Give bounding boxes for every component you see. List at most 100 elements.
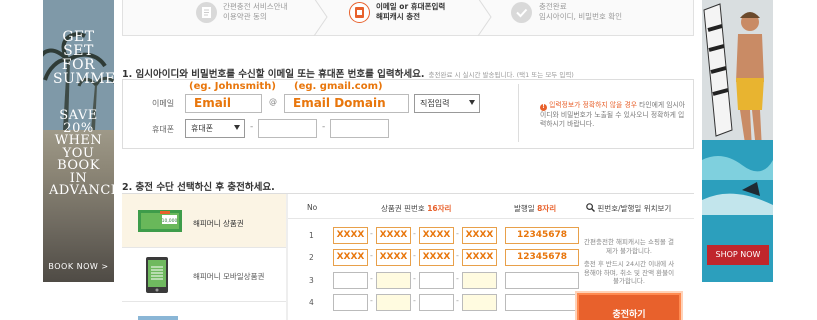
pin-input[interactable] — [376, 294, 411, 311]
step-indicator: 간편충전 서비스안내 이용약관 동의 이메일 or 휴대폰입력 해피캐시 충전 … — [122, 0, 694, 36]
col-pin-em: 16자리 — [427, 204, 452, 213]
dash: - — [413, 229, 416, 238]
pin-input[interactable] — [376, 272, 411, 289]
row-number: 4 — [309, 298, 314, 307]
charge-icon — [349, 2, 370, 23]
dash: - — [456, 274, 459, 283]
phone-prefix-select[interactable]: 휴대폰 — [185, 119, 245, 138]
pin-input[interactable] — [462, 272, 497, 289]
divider — [518, 84, 519, 142]
charge-button[interactable]: 충전하기 — [575, 291, 683, 320]
charge-notice: 간편충전한 해피캐시는 쇼핑몰 결제가 불가합니다. 충전 후 반드시 24시간… — [583, 238, 675, 286]
shop-now-button[interactable]: SHOP NOW — [707, 245, 769, 265]
at-sign: @ — [269, 97, 277, 106]
pin-input[interactable]: XXXX — [376, 249, 411, 266]
dash: - — [370, 251, 373, 260]
step-3: 충전완료 임시아이디, 비밀번호 확인 — [509, 0, 659, 36]
pin-input[interactable] — [333, 294, 368, 311]
pin-input[interactable]: XXXX — [462, 227, 497, 244]
step-2-label: 이메일 or 휴대폰입력 해피캐시 충전 — [376, 2, 446, 21]
dash: - — [456, 296, 459, 305]
phone-select-value: 휴대폰 — [191, 124, 214, 133]
pin-input[interactable] — [333, 272, 368, 289]
domain-select-value: 직접입력 — [420, 99, 450, 108]
card-icon — [138, 316, 178, 320]
ad-offer: SAVE 20% WHEN YOU BOOK IN ADVANCE — [49, 108, 114, 198]
mobile-phone-icon — [146, 257, 168, 293]
section-1-title: 1. 임시아이디와 비밀번호를 수신할 이메일 또는 휴대폰 번호를 입력하세요… — [122, 66, 574, 80]
domain-hint: (eg. gmail.com) — [294, 81, 383, 92]
pin-input[interactable]: XXXX — [462, 249, 497, 266]
document-icon — [196, 2, 217, 23]
method-label: 해피머니 상품권 — [193, 219, 244, 228]
charge-notice-2: 충전 후 반드시 24시간 이내에 사용해야 하며, 취소 및 잔액 환불이 불… — [583, 260, 675, 285]
dash: - — [413, 296, 416, 305]
dash: - — [322, 122, 326, 132]
email-domain-input[interactable]: Email Domain — [284, 94, 409, 113]
email-hint: (eg. Johnsmith) — [189, 81, 276, 92]
pin-input[interactable]: XXXX — [376, 227, 411, 244]
pin-input[interactable] — [462, 294, 497, 311]
method-label: 해피머니 모바일상품권 — [193, 272, 265, 281]
pin-input[interactable]: XXXX — [333, 249, 368, 266]
chevron-down-icon — [234, 125, 240, 130]
ad-headline: GET SET FOR SUMMER — [53, 29, 114, 87]
chevron-down-icon — [469, 100, 475, 105]
pin-input[interactable]: XXXX — [333, 227, 368, 244]
warning-icon: ! — [540, 104, 547, 111]
step-1: 간편충전 서비스안내 이용약관 동의 — [193, 0, 323, 36]
notice-emphasis: 입력정보가 정확하지 않을 경우 — [549, 101, 637, 109]
phone-middle-input[interactable] — [258, 119, 317, 138]
dash: - — [370, 229, 373, 238]
section-2-title: 2. 충전 수단 선택하신 후 충전하세요. — [122, 182, 275, 193]
email-label: 이메일 — [152, 99, 175, 108]
dash: - — [413, 251, 416, 260]
row-number: 1 — [309, 231, 314, 240]
check-icon — [511, 2, 532, 23]
voucher-card-icon: 10,000 — [138, 210, 182, 232]
issue-date-input[interactable] — [505, 272, 579, 289]
issue-date-input[interactable] — [505, 294, 579, 311]
divider — [288, 218, 694, 219]
pin-location-link[interactable]: 핀번호/발행일 위치보기 — [586, 203, 671, 214]
step-3-label: 충전완료 임시아이디, 비밀번호 확인 — [539, 2, 623, 21]
dash: - — [250, 122, 254, 132]
chevron-right-icon — [313, 0, 328, 36]
dash: - — [456, 251, 459, 260]
email-id-input[interactable]: Email — [185, 94, 262, 113]
method-happymoney-voucher[interactable]: 10,000 해피머니 상품권 — [122, 194, 286, 248]
book-now-link[interactable]: BOOK NOW > — [43, 262, 114, 271]
col-pin-label: 상품권 핀번호 — [381, 204, 425, 213]
right-ad-banner[interactable]: SHOP NOW — [702, 0, 773, 282]
dash: - — [456, 229, 459, 238]
input-notice: ! 입력정보가 정확하지 않을 경우 타인에게 임시아이디와 비밀번호가 노출될… — [540, 101, 690, 129]
charge-notice-1: 간편충전한 해피캐시는 쇼핑몰 결제가 불가합니다. — [584, 238, 674, 255]
step-2: 이메일 or 휴대폰입력 해피캐시 충전 — [347, 0, 487, 36]
surfer-image — [702, 0, 773, 282]
method-more[interactable] — [122, 303, 286, 320]
step-1-label: 간편충전 서비스안내 이용약관 동의 — [223, 2, 288, 21]
svg-text:10,000: 10,000 — [162, 218, 178, 224]
pin-input[interactable]: XXXX — [419, 227, 454, 244]
section-1-note: 충전완료 시 실시간 발송됩니다. (택1 또는 모두 입력) — [428, 71, 574, 79]
col-pin: 상품권 핀번호 16자리 — [381, 203, 451, 214]
issue-date-input[interactable]: 12345678 — [505, 249, 579, 266]
phone-last-input[interactable] — [330, 119, 389, 138]
divider — [286, 194, 288, 320]
row-number: 3 — [309, 276, 314, 285]
col-date: 발행일 8자리 — [514, 203, 556, 214]
col-date-em: 8자리 — [537, 204, 557, 213]
pin-input[interactable] — [419, 272, 454, 289]
search-icon — [586, 203, 595, 212]
pin-location-label: 핀번호/발행일 위치보기 — [597, 204, 672, 213]
pin-input[interactable]: XXXX — [419, 249, 454, 266]
domain-select[interactable]: 직접입력 — [414, 94, 480, 113]
pin-input[interactable] — [419, 294, 454, 311]
chevron-right-icon — [477, 0, 492, 36]
row-number: 2 — [309, 253, 314, 262]
dash: - — [370, 274, 373, 283]
method-happymoney-mobile[interactable]: 해피머니 모바일상품권 — [122, 249, 286, 302]
col-date-label: 발행일 — [514, 204, 535, 213]
left-ad-banner[interactable]: GET SET FOR SUMMER SAVE 20% WHEN YOU BOO… — [43, 0, 114, 282]
issue-date-input[interactable]: 12345678 — [505, 227, 579, 244]
